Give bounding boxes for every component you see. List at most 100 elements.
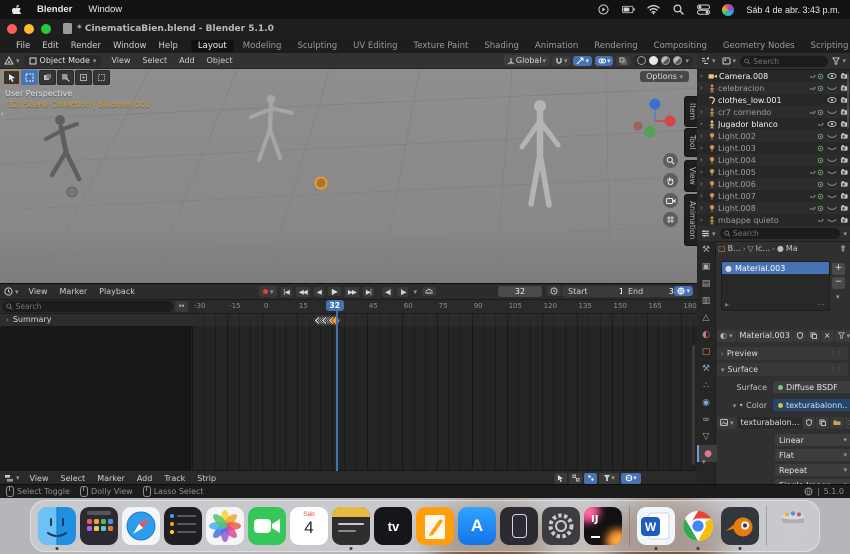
dock-icon-trash[interactable] [774, 507, 812, 545]
outliner-item-celebracion[interactable]: › celebracion [697, 82, 850, 94]
remove-material-slot-button[interactable]: − [832, 277, 845, 289]
show-viewport-icon[interactable] [826, 168, 837, 176]
nla-sync-button[interactable]: ▾ [621, 472, 641, 484]
object-name[interactable]: Light.006 [718, 180, 815, 189]
outliner[interactable]: ▾ ▾ ▾ › Camera.008 [697, 53, 850, 227]
outliner-item-camera-008[interactable]: › Camera.008 [697, 70, 850, 82]
toolbar-expand-arrow[interactable]: › [1, 110, 4, 118]
wireframe-shading-icon[interactable] [637, 56, 647, 65]
tab-strip-overflow-chevron[interactable]: ▾ [702, 458, 706, 466]
properties-tab-world[interactable]: ◐ [697, 326, 715, 343]
timeline-menu-playback[interactable]: Playback [93, 287, 141, 296]
show-viewport-icon[interactable] [826, 204, 837, 212]
workspace-tab-rendering[interactable]: Rendering [587, 40, 644, 52]
visibility-toggle[interactable] [826, 96, 837, 104]
timeline-sync-button[interactable]: ▾ [674, 286, 693, 296]
dock-icon-pages[interactable] [416, 507, 454, 545]
show-viewport-icon[interactable] [826, 144, 837, 152]
object-name[interactable]: mbappe quieto [718, 216, 815, 225]
image-fake-user-button[interactable] [803, 416, 816, 429]
outliner-item-light-002[interactable]: › Light.002 [697, 130, 850, 142]
image-name-field[interactable]: texturabalon... [737, 416, 803, 429]
control-center-icon[interactable] [697, 4, 711, 15]
expand-icon[interactable]: › [700, 120, 706, 128]
ball-left[interactable] [66, 186, 78, 198]
sidebar-tab-item[interactable]: Item [684, 96, 697, 128]
expand-icon[interactable]: › [700, 204, 706, 212]
show-viewport-icon[interactable] [826, 180, 837, 188]
menubar-app-name[interactable]: Blender [37, 4, 72, 15]
outliner-search-input[interactable] [753, 56, 825, 66]
solid-shading-icon[interactable] [649, 56, 659, 65]
object-name[interactable]: Light.002 [718, 132, 815, 141]
topbar-menu-edit[interactable]: Edit [36, 41, 64, 51]
nla-snap-button[interactable] [584, 472, 597, 484]
sidebar-tab-view[interactable]: View [684, 160, 697, 192]
apple-logo-icon[interactable] [12, 3, 23, 16]
material-name-field[interactable]: Material.003 [736, 329, 793, 342]
measure-tool-button[interactable] [93, 70, 110, 85]
dopesheet-body[interactable]: › Summary [0, 313, 697, 471]
nla-menu-select[interactable]: Select [55, 474, 92, 483]
spotlight-search-icon[interactable] [672, 4, 685, 15]
render-toggle[interactable] [839, 180, 850, 188]
next-keyframe-button[interactable]: ▶▶ [344, 286, 359, 297]
visibility-toggle[interactable] [826, 180, 837, 188]
viewport-zoom-button[interactable] [663, 153, 678, 168]
object-name[interactable]: Light.003 [718, 144, 815, 153]
render-toggle[interactable] [839, 156, 850, 164]
viewport-menu-add[interactable]: Add [173, 56, 201, 65]
render-toggle[interactable] [839, 132, 850, 140]
object-name[interactable]: Camera.008 [719, 72, 807, 81]
prev-frame-button[interactable]: ◀| [382, 286, 394, 297]
disable-render-icon[interactable] [840, 132, 849, 140]
properties-tab-data[interactable]: ▽ [697, 428, 715, 445]
hide-viewport-icon[interactable] [826, 120, 837, 128]
visibility-toggle[interactable] [826, 168, 837, 176]
filter-invert-button[interactable]: ↔ [175, 300, 188, 312]
unlink-material-button[interactable]: × [820, 329, 834, 342]
material-slot-list[interactable]: ● Material.003 ▸ ⋯ [721, 261, 830, 311]
expand-icon[interactable]: › [700, 84, 706, 92]
nla-select-tool-button[interactable] [554, 472, 567, 484]
outliner-item-cr7-corriendo[interactable]: › cr7 corriendo [697, 106, 850, 118]
window-close-button[interactable] [7, 23, 17, 34]
disable-render-icon[interactable] [840, 144, 849, 152]
surface-shader-button[interactable]: Diffuse BSDF [773, 381, 850, 393]
playhead[interactable] [335, 299, 338, 471]
pin-icon[interactable] [839, 244, 847, 253]
outliner-filter-button[interactable]: ▾ [830, 57, 848, 65]
outliner-item-jugador-blanco[interactable]: › Jugador blanco [697, 118, 850, 130]
properties-tab-render[interactable]: ▣ [697, 258, 715, 275]
properties-search[interactable] [719, 228, 841, 239]
menubar-window-menu[interactable]: Window [88, 4, 122, 15]
transform-orientation-button[interactable]: Global ▾ [503, 55, 549, 66]
properties-editor[interactable]: ▾ ▾ ⚒ ▣ ▤ ▥ △ ◐ ▢ ⚒ ∴ ◉ ∞ ▽ ● ▢B... › ▽Ic... › ●Ma [697, 226, 850, 484]
object-name[interactable]: Light.004 [718, 156, 815, 165]
viewport-canvas[interactable]: Options ▾ User Perspective (32) Scene Co… [0, 68, 697, 283]
shading-mode-switcher[interactable]: ▾ [633, 55, 693, 66]
properties-tab-view-layer[interactable]: ▥ [697, 292, 715, 309]
image-unlink-button[interactable]: × [845, 416, 850, 429]
viewport-menu-object[interactable]: Object [201, 56, 239, 65]
properties-tab-material[interactable]: ● [697, 445, 717, 462]
outliner-item-light-003[interactable]: › Light.003 [697, 142, 850, 154]
expand-icon[interactable]: › [700, 180, 706, 188]
outliner-item-light-006[interactable]: › Light.006 [697, 178, 850, 190]
image-new-button[interactable] [816, 416, 830, 429]
visibility-toggle[interactable] [826, 216, 837, 224]
cursor-tool-button[interactable] [75, 70, 92, 85]
color-texture-button[interactable]: texturabalonn.. [773, 399, 850, 411]
disable-render-icon[interactable] [840, 204, 849, 212]
visibility-toggle[interactable] [826, 192, 837, 200]
outliner-display-mode-button[interactable]: ▾ [699, 57, 718, 65]
topbar-menu-window[interactable]: Window [107, 41, 153, 51]
visibility-toggle[interactable] [826, 120, 837, 128]
frame-start-field[interactable]: Start1 [562, 286, 630, 297]
viewport-ortho-toggle-button[interactable] [663, 212, 678, 227]
visibility-toggle[interactable] [826, 84, 837, 92]
wifi-icon[interactable] [647, 4, 661, 15]
outliner-item-mbappe-quieto[interactable]: › mbappe quieto [697, 214, 850, 226]
nla-menu-strip[interactable]: Strip [191, 474, 222, 483]
expand-icon[interactable]: › [700, 108, 706, 116]
